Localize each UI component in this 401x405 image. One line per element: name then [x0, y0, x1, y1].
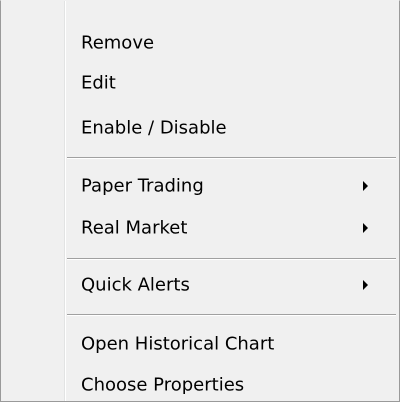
submenu-arrow-icon: [363, 223, 368, 233]
menu-item-open-historical-chart[interactable]: Open Historical Chart: [1, 324, 399, 364]
context-menu: Remove Edit Enable / Disable Paper Tradi…: [0, 0, 400, 402]
submenu-arrow-icon: [363, 181, 368, 191]
menu-separator: [67, 258, 396, 260]
menu-item-quick-alerts[interactable]: Quick Alerts: [1, 265, 399, 305]
menu-separator: [67, 314, 396, 316]
menu-item-remove[interactable]: Remove: [1, 23, 399, 63]
menu-item-label: Choose Properties: [81, 374, 245, 396]
menu-item-label: Remove: [81, 32, 155, 54]
menu-item-real-market[interactable]: Real Market: [1, 208, 399, 248]
menu-separator: [67, 157, 396, 159]
menu-item-edit[interactable]: Edit: [1, 63, 399, 103]
menu-item-label: Edit: [81, 72, 116, 94]
menu-item-paper-trading[interactable]: Paper Trading: [1, 166, 399, 206]
menu-item-label: Enable / Disable: [81, 117, 227, 139]
menu-item-enable-disable[interactable]: Enable / Disable: [1, 108, 399, 148]
menu-item-choose-properties[interactable]: Choose Properties: [1, 365, 399, 405]
menu-item-label: Quick Alerts: [81, 274, 190, 296]
submenu-arrow-icon: [363, 280, 368, 290]
menu-item-label: Open Historical Chart: [81, 333, 275, 355]
menu-item-label: Real Market: [81, 217, 188, 239]
menu-item-label: Paper Trading: [81, 175, 204, 197]
